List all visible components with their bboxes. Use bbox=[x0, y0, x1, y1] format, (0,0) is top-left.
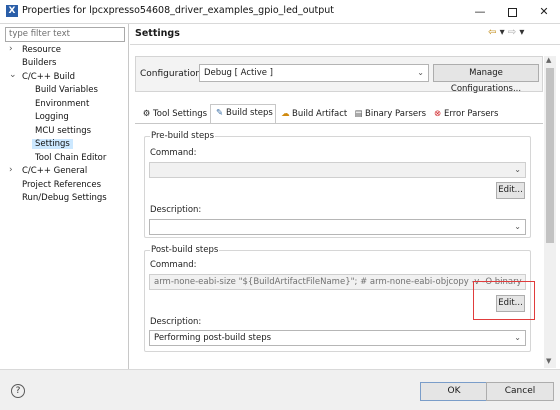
binary-parsers-icon: ▤ bbox=[354, 109, 363, 119]
tree-item-builders[interactable]: Builders bbox=[22, 58, 57, 68]
title-bar: X Properties for lpcxpresso54608_driver_… bbox=[0, 0, 560, 24]
tree-item-logging[interactable]: Logging bbox=[35, 112, 69, 122]
maximize-button[interactable] bbox=[496, 2, 528, 22]
tree-item-cpp-build[interactable]: C/C++ Build bbox=[22, 72, 75, 82]
back-arrow-icon[interactable]: ⇦ bbox=[488, 27, 496, 38]
tab-label: Error Parsers bbox=[444, 109, 499, 119]
post-build-command-value: arm-none-eabi-size "${BuildArtifactFileN… bbox=[154, 277, 526, 287]
settings-header: Settings ⇦ ▾ ⇨ ▾ bbox=[130, 24, 560, 45]
error-icon: ⊗ bbox=[433, 109, 442, 119]
chevron-right-icon[interactable]: › bbox=[9, 165, 13, 175]
post-build-description-label: Description: bbox=[150, 317, 202, 327]
pre-build-command-field[interactable]: ⌄ bbox=[149, 162, 526, 178]
window-title: Properties for lpcxpresso54608_driver_ex… bbox=[22, 5, 335, 16]
pre-build-command-label: Command: bbox=[150, 148, 197, 158]
pre-build-edit-button[interactable]: Edit... bbox=[496, 182, 525, 199]
chevron-down-icon: ⌄ bbox=[514, 222, 521, 231]
tab-label: Build Artifact bbox=[292, 109, 348, 119]
highlight-box bbox=[473, 281, 535, 320]
back-dropdown-icon[interactable]: ▾ bbox=[500, 27, 505, 38]
scroll-up-icon[interactable]: ▲ bbox=[546, 56, 551, 64]
pre-build-description-field[interactable]: ⌄ bbox=[149, 219, 526, 235]
scroll-down-icon[interactable]: ▼ bbox=[546, 357, 551, 365]
close-button[interactable]: ✕ bbox=[528, 2, 560, 22]
app-icon: X bbox=[6, 5, 18, 17]
scroll-thumb[interactable] bbox=[546, 68, 554, 243]
history-nav: ⇦ ▾ ⇨ ▾ bbox=[488, 27, 524, 38]
page-title: Settings bbox=[135, 28, 180, 39]
chevron-right-icon[interactable]: › bbox=[9, 44, 13, 54]
configuration-value: Debug [ Active ] bbox=[204, 68, 273, 78]
view-menu-icon[interactable]: ▾ bbox=[519, 27, 524, 38]
configuration-select[interactable]: Debug [ Active ] ⌄ bbox=[199, 64, 429, 82]
minimize-button[interactable]: — bbox=[464, 2, 496, 22]
chevron-down-icon: ⌄ bbox=[514, 333, 521, 342]
tree-item-settings[interactable]: Settings bbox=[32, 139, 73, 149]
tree-item-tool-chain-editor[interactable]: Tool Chain Editor bbox=[35, 153, 106, 163]
gear-icon: ⚙ bbox=[142, 109, 151, 119]
post-build-title: Post-build steps bbox=[150, 245, 220, 255]
tab-binary-parsers[interactable]: ▤ Binary Parsers bbox=[350, 106, 428, 123]
forward-arrow-icon[interactable]: ⇨ bbox=[508, 27, 516, 38]
post-build-command-label: Command: bbox=[150, 260, 197, 270]
tab-label: Binary Parsers bbox=[365, 109, 427, 119]
pre-build-description-label: Description: bbox=[150, 205, 202, 215]
tree-item-build-variables[interactable]: Build Variables bbox=[35, 85, 98, 95]
artifact-icon: ☁ bbox=[281, 109, 290, 119]
tree-item-cpp-general[interactable]: C/C++ General bbox=[22, 166, 87, 176]
tab-label: Build steps bbox=[226, 108, 273, 118]
pre-build-title: Pre-build steps bbox=[150, 131, 215, 141]
post-build-description-value: Performing post-build steps bbox=[154, 333, 272, 343]
tab-error-parsers[interactable]: ⊗ Error Parsers bbox=[429, 106, 505, 123]
tree-item-mcu-settings[interactable]: MCU settings bbox=[35, 126, 91, 136]
maximize-icon bbox=[507, 7, 517, 17]
chevron-down-icon: ⌄ bbox=[417, 68, 424, 77]
post-build-description-field[interactable]: Performing post-build steps ⌄ bbox=[149, 330, 526, 346]
cancel-button[interactable]: Cancel bbox=[486, 382, 554, 401]
ok-button[interactable]: OK bbox=[420, 382, 488, 401]
tab-label: Tool Settings bbox=[153, 109, 208, 119]
configuration-label: Configuration: bbox=[140, 69, 205, 79]
tree-item-project-references[interactable]: Project References bbox=[22, 180, 101, 190]
tab-build-steps[interactable]: ✎ Build steps bbox=[210, 104, 276, 124]
manage-configurations-button[interactable]: Manage Configurations... bbox=[433, 64, 539, 94]
chevron-down-icon: ⌄ bbox=[514, 165, 521, 174]
tab-tool-settings[interactable]: ⚙ Tool Settings bbox=[138, 106, 210, 123]
tab-build-artifact[interactable]: ☁ Build Artifact bbox=[277, 106, 349, 123]
build-steps-icon: ✎ bbox=[215, 108, 224, 118]
filter-input[interactable]: type filter text bbox=[5, 27, 125, 42]
help-icon[interactable]: ? bbox=[11, 384, 25, 398]
tree-item-resource[interactable]: Resource bbox=[22, 45, 61, 55]
vertical-scrollbar[interactable]: ▲ ▼ bbox=[544, 56, 556, 368]
dialog-footer: ? OK Cancel bbox=[0, 369, 560, 410]
post-build-command-field[interactable]: arm-none-eabi-size "${BuildArtifactFileN… bbox=[149, 274, 526, 290]
tab-divider bbox=[135, 123, 543, 124]
tree-item-run-debug-settings[interactable]: Run/Debug Settings bbox=[22, 193, 107, 203]
chevron-down-icon[interactable]: ⌄ bbox=[9, 70, 17, 80]
tree-item-environment[interactable]: Environment bbox=[35, 99, 89, 109]
